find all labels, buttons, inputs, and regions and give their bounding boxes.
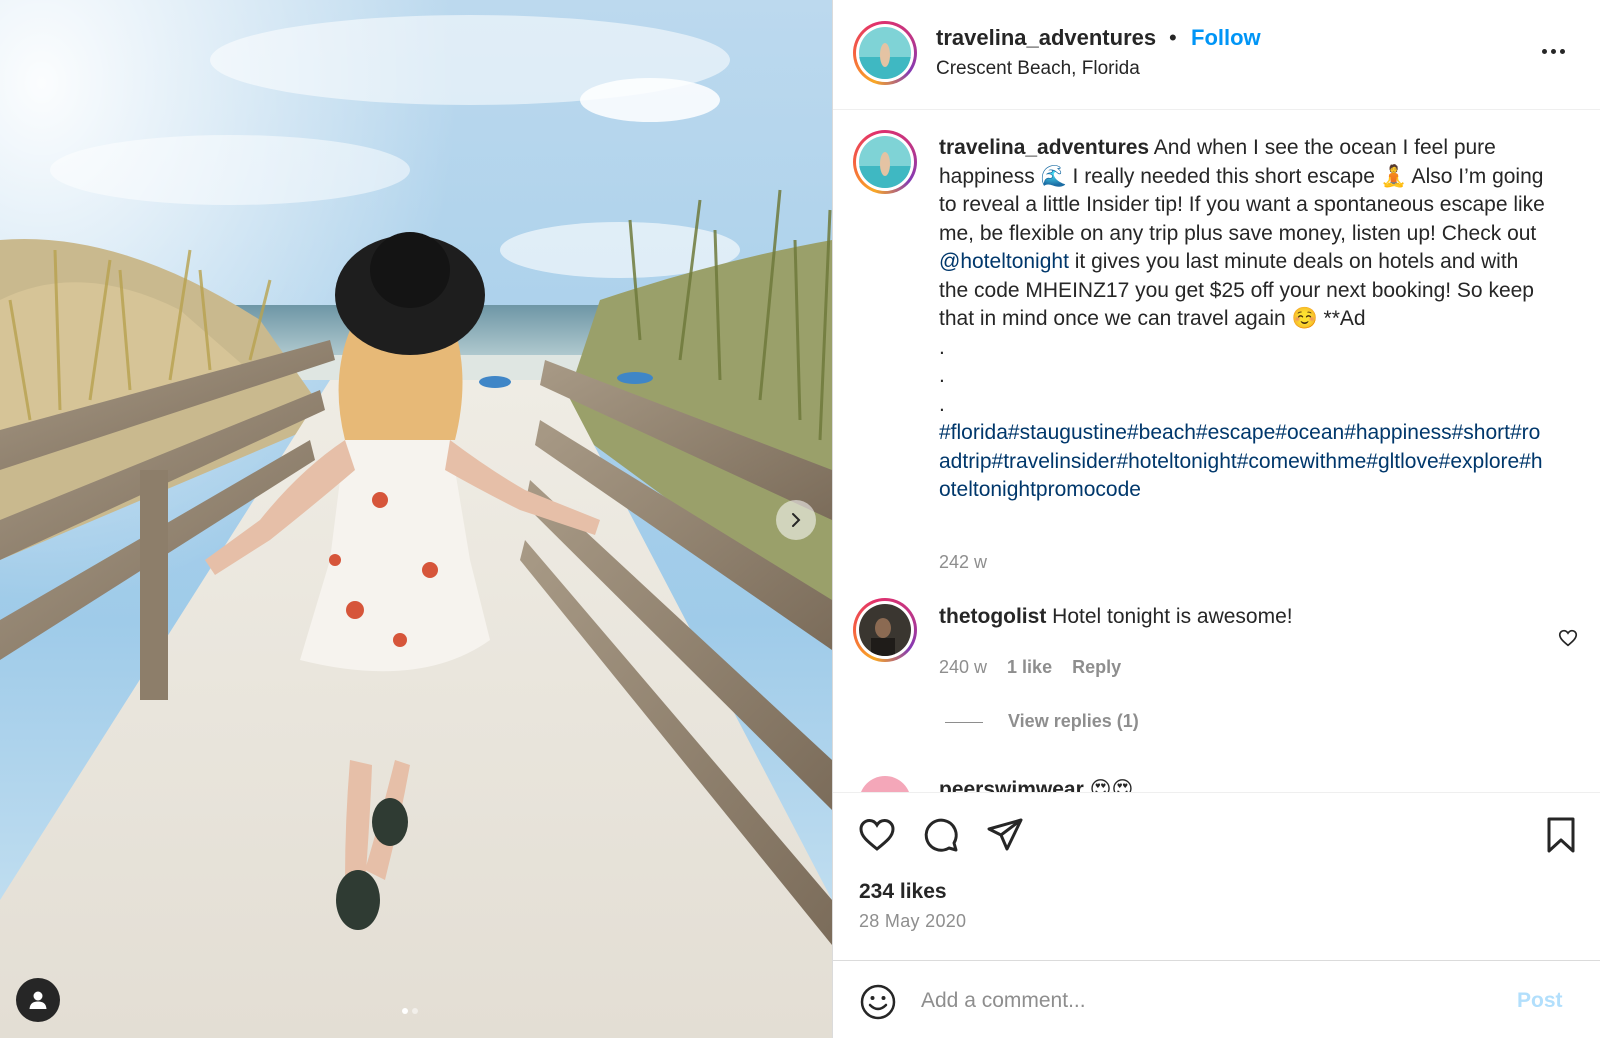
hashtag-link[interactable]: #happiness (1344, 421, 1451, 444)
post-date: 28 May 2020 (859, 911, 967, 931)
caption-hashtags: #florida#staugustine#beach#escape#ocean#… (939, 419, 1551, 505)
hashtag-link[interactable]: #short (1452, 421, 1510, 444)
hashtag-link[interactable]: #ocean (1275, 421, 1344, 444)
caption-dot: . (939, 335, 945, 359)
more-options-button[interactable] (1533, 36, 1573, 66)
comment-timestamp: 240 w (939, 657, 988, 677)
comment-body: peerswimwear 😍😍 (939, 777, 1133, 792)
follow-button[interactable]: Follow (1191, 25, 1261, 51)
author-avatar[interactable] (853, 21, 917, 85)
location-link[interactable]: Crescent Beach, Florida (936, 58, 1140, 80)
like-comment-heart-icon[interactable] (1557, 627, 1579, 649)
hashtag-link[interactable]: #staugustine (1008, 421, 1127, 444)
heart-icon[interactable] (857, 815, 897, 855)
post-comment-button[interactable]: Post (1517, 989, 1563, 1013)
caption-timestamp: 242 w (939, 552, 988, 572)
more-icon (1541, 48, 1547, 54)
comment-body: thetogolist Hotel tonight is awesome! (939, 605, 1293, 629)
caption-author-avatar[interactable] (853, 130, 917, 194)
carousel-indicator (402, 1008, 418, 1014)
replies-divider (945, 722, 983, 723)
post-caption: travelina_adventures And when I see the … (939, 134, 1551, 505)
comment-meta: 240 w 1 like Reply (939, 657, 1121, 678)
user-icon (29, 991, 47, 1009)
beach-boardwalk-image (0, 0, 832, 1038)
hashtag-link[interactable]: #travelinsider (992, 450, 1117, 473)
hashtag-link[interactable]: #comewithme (1237, 450, 1367, 473)
caption-dot: . (939, 364, 945, 387)
reply-button[interactable]: Reply (1072, 657, 1121, 678)
comment-text: 😍😍 (1089, 778, 1134, 792)
comment-input[interactable] (921, 979, 1481, 1023)
post-actions: 234 likes 28 May 2020 (833, 792, 1600, 962)
commenter-avatar[interactable] (859, 776, 911, 792)
separator-dot: • (1169, 25, 1177, 50)
next-slide-button[interactable] (776, 500, 816, 540)
hashtag-link[interactable]: #gltlove (1366, 450, 1438, 473)
avatar-image (859, 136, 911, 188)
hashtag-link[interactable]: #florida (939, 421, 1008, 444)
commenter-username[interactable]: peerswimwear (939, 778, 1084, 792)
add-comment-bar: Post (833, 960, 1600, 1038)
commenter-username[interactable]: thetogolist (939, 605, 1046, 628)
carousel-dot (412, 1008, 418, 1014)
bookmark-icon[interactable] (1541, 815, 1581, 855)
post-photo[interactable] (0, 0, 832, 1038)
comment-icon[interactable] (921, 815, 961, 855)
instagram-post-view: travelina_adventures • Follow Crescent B… (0, 0, 1600, 1038)
author-username[interactable]: travelina_adventures (936, 25, 1156, 51)
comment-likes[interactable]: 1 like (1007, 657, 1052, 678)
avatar-image (859, 604, 911, 656)
caption-mention[interactable]: @hoteltonight (939, 250, 1069, 273)
hashtag-link[interactable]: #explore (1439, 450, 1520, 473)
comments-scroll-area[interactable]: travelina_adventures And when I see the … (833, 111, 1600, 792)
carousel-dot-active (402, 1008, 408, 1014)
caption-username[interactable]: travelina_adventures (939, 136, 1149, 159)
view-replies-button[interactable]: View replies (1) (1008, 711, 1139, 732)
avatar-image (859, 27, 911, 79)
post-header: travelina_adventures • Follow Crescent B… (833, 0, 1600, 110)
chevron-right-icon (792, 513, 801, 527)
hashtag-link[interactable]: #escape (1196, 421, 1275, 444)
tagged-users-button[interactable] (16, 978, 60, 1022)
hashtag-link[interactable]: #beach (1127, 421, 1196, 444)
comment-text: Hotel tonight is awesome! (1046, 605, 1293, 628)
emoji-icon[interactable] (859, 983, 897, 1021)
share-icon[interactable] (985, 815, 1025, 855)
post-details-panel: travelina_adventures • Follow Crescent B… (832, 0, 1600, 1038)
hashtag-link[interactable]: #hoteltonight (1116, 450, 1236, 473)
commenter-avatar[interactable] (853, 598, 917, 662)
likes-count[interactable]: 234 likes (859, 880, 947, 904)
caption-dot: . (939, 392, 945, 416)
